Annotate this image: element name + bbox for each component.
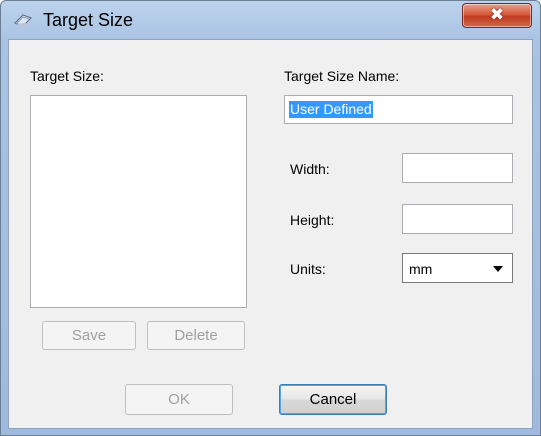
target-size-list-label: Target Size: bbox=[30, 68, 104, 84]
units-label: Units: bbox=[290, 261, 326, 277]
close-icon: ✖ bbox=[489, 5, 505, 25]
target-size-list[interactable] bbox=[30, 95, 247, 308]
close-button[interactable]: ✖ bbox=[462, 3, 532, 28]
cancel-button[interactable]: Cancel bbox=[279, 384, 387, 415]
ok-button[interactable]: OK bbox=[125, 384, 233, 415]
target-size-name-value: User Defined bbox=[289, 101, 373, 118]
units-dropdown[interactable]: mm bbox=[402, 253, 513, 283]
width-label: Width: bbox=[290, 161, 330, 177]
dialog-client-area: Target Size: Save Delete Target Size Nam… bbox=[8, 39, 533, 429]
chevron-down-icon bbox=[493, 266, 503, 272]
height-field[interactable] bbox=[402, 204, 513, 234]
width-field[interactable] bbox=[402, 153, 513, 183]
units-selected-value: mm bbox=[409, 261, 433, 277]
height-label: Height: bbox=[290, 212, 335, 228]
window-title: Target Size bbox=[43, 10, 134, 30]
target-size-name-label: Target Size Name: bbox=[284, 68, 400, 84]
target-size-dialog: Target Size ✖ Target Size: Save Delete T… bbox=[0, 0, 541, 436]
title-bar[interactable]: Target Size ✖ bbox=[1, 1, 540, 39]
scanner-app-icon bbox=[14, 14, 32, 27]
save-button[interactable]: Save bbox=[42, 321, 136, 350]
delete-button[interactable]: Delete bbox=[147, 321, 245, 350]
target-size-name-field[interactable]: User Defined bbox=[284, 95, 513, 124]
